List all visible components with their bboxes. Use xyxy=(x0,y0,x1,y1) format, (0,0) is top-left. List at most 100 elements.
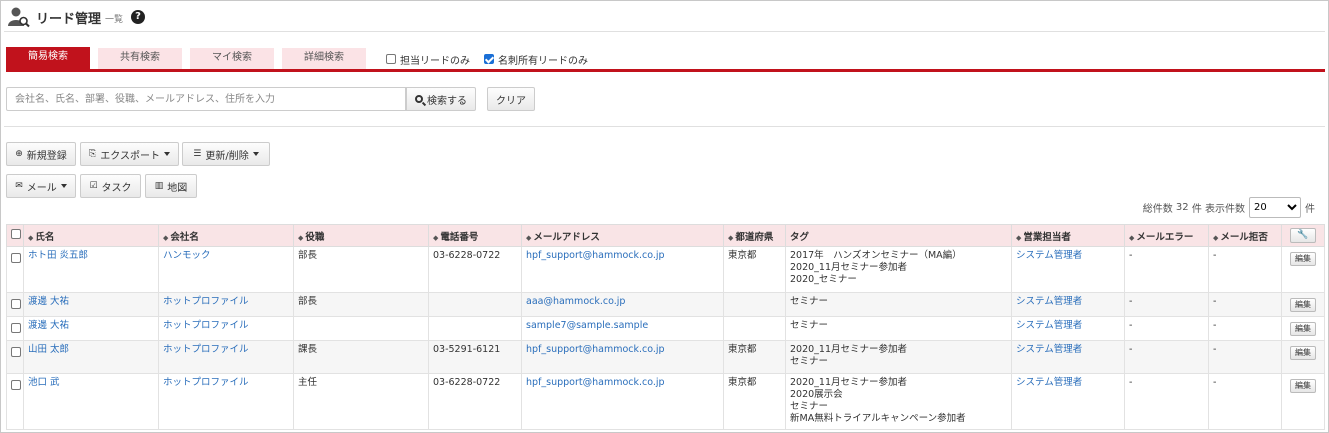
company-link[interactable]: ホットプロファイル xyxy=(163,320,249,331)
new-lead-button[interactable]: ⊕ 新規登録 xyxy=(6,142,76,166)
tab-underline xyxy=(6,69,1325,72)
sort-icon: ◆ xyxy=(433,233,439,242)
phone-cell: 03-6228-0722 xyxy=(433,377,501,388)
mail-reject-cell: - xyxy=(1213,320,1217,331)
email-link[interactable]: hpf_support@hammock.co.jp xyxy=(526,250,665,261)
wrench-icon[interactable]: 🔧 xyxy=(1290,228,1316,243)
sort-icon: ◆ xyxy=(1016,233,1022,242)
tags-cell: セミナー xyxy=(785,316,1012,341)
col-email[interactable]: ◆ メールアドレス xyxy=(521,224,724,247)
owner-link[interactable]: システム管理者 xyxy=(1016,344,1082,355)
col-prefecture[interactable]: ◆ 都道府県 xyxy=(723,224,786,247)
email-link[interactable]: hpf_support@hammock.co.jp xyxy=(526,377,665,388)
edit-button[interactable]: 編集 xyxy=(1290,252,1316,266)
table-row: 渡邊 大祐 ホットプロファイル sample7@sample.sample セミナー シ… xyxy=(6,316,1325,341)
task-button[interactable]: ☑ タスク xyxy=(80,174,141,198)
tag-item: セミナー xyxy=(790,320,829,331)
email-link[interactable]: aaa@hammock.co.jp xyxy=(526,296,625,307)
company-link[interactable]: ホットプロファイル xyxy=(163,377,249,388)
email-link[interactable]: hpf_support@hammock.co.jp xyxy=(526,344,665,355)
lead-name-link[interactable]: 渡邊 大祐 xyxy=(28,320,69,331)
edit-button[interactable]: 編集 xyxy=(1290,322,1316,336)
row-checkbox[interactable] xyxy=(11,299,21,309)
col-phone[interactable]: ◆ 電話番号 xyxy=(428,224,522,247)
tab-shared-search[interactable]: 共有検索 xyxy=(98,48,182,70)
tab-advanced-search[interactable]: 詳細検索 xyxy=(282,48,366,70)
tag-item: セミナー xyxy=(790,401,829,412)
row-select-cell xyxy=(6,373,24,430)
record-count: 総件数 32 件 表示件数 20 件 xyxy=(1143,197,1315,218)
chevron-down-icon xyxy=(163,152,170,156)
tags-cell: セミナー xyxy=(785,292,1012,317)
page-title: リード管理 xyxy=(36,11,102,27)
envelope-icon: ✉ xyxy=(15,181,23,191)
title-cell: 主任 xyxy=(298,377,318,388)
tag-item: 2020_11月セミナー参加者 xyxy=(790,344,908,355)
company-link[interactable]: ホットプロファイル xyxy=(163,296,249,307)
search-button[interactable]: 検索する xyxy=(406,87,476,111)
lead-name-link[interactable]: ホト田 炎五郎 xyxy=(28,250,88,261)
select-all-checkbox[interactable] xyxy=(11,229,21,239)
edit-button[interactable]: 編集 xyxy=(1290,346,1316,360)
col-name[interactable]: ◆ 氏名 xyxy=(23,224,159,247)
phone-cell: 03-5291-6121 xyxy=(433,344,501,355)
col-owner[interactable]: ◆ 営業担当者 xyxy=(1011,224,1125,247)
page-header: リード管理 一覧 ? xyxy=(8,6,146,28)
sort-icon: ◆ xyxy=(728,233,734,242)
owner-link[interactable]: システム管理者 xyxy=(1016,320,1082,331)
lead-name-link[interactable]: 山田 太郎 xyxy=(28,344,69,355)
map-button[interactable]: ▥ 地図 xyxy=(145,174,197,198)
table-row: ホト田 炎五郎 ハンモック 部長 03-6228-0722 hpf_support@ha… xyxy=(6,246,1325,293)
card-owned-only-filter[interactable]: 名刺所有リードのみ xyxy=(484,52,588,67)
tab-my-search[interactable]: マイ検索 xyxy=(190,48,274,70)
email-link[interactable]: sample7@sample.sample xyxy=(526,320,648,331)
clear-button[interactable]: クリア xyxy=(487,87,535,111)
lead-name-link[interactable]: 池口 武 xyxy=(28,377,60,388)
sort-icon: ◆ xyxy=(526,233,532,242)
company-link[interactable]: ホットプロファイル xyxy=(163,344,249,355)
col-mail-error[interactable]: ◆ メールエラー xyxy=(1124,224,1209,247)
col-mail-reject[interactable]: ◆ メール拒否 xyxy=(1208,224,1282,247)
map-label: 地図 xyxy=(167,182,188,194)
list-icon: ☰ xyxy=(193,149,202,159)
tag-item: 2020_セミナー xyxy=(790,274,857,285)
row-checkbox[interactable] xyxy=(11,380,21,390)
help-icon[interactable]: ? xyxy=(131,10,146,24)
header-divider xyxy=(4,31,1325,32)
owner-link[interactable]: システム管理者 xyxy=(1016,377,1082,388)
chevron-down-icon xyxy=(60,184,67,188)
page-size-label: 表示件数 xyxy=(1205,204,1245,215)
table-row: 池口 武 ホットプロファイル 主任 03-6228-0722 hpf_support@h… xyxy=(6,373,1325,430)
sort-icon: ◆ xyxy=(28,233,34,242)
new-lead-label: 新規登録 xyxy=(26,150,67,162)
assigned-only-checkbox[interactable] xyxy=(386,54,396,64)
edit-button[interactable]: 編集 xyxy=(1290,298,1316,312)
assigned-only-filter[interactable]: 担当リードのみ xyxy=(386,52,470,67)
tags-cell: 2017年 ハンズオンセミナー（MA編） 2020_11月セミナー参加者 2020_… xyxy=(785,246,1012,293)
card-owned-only-checkbox[interactable] xyxy=(484,54,494,64)
company-link[interactable]: ハンモック xyxy=(163,250,211,261)
owner-link[interactable]: システム管理者 xyxy=(1016,296,1082,307)
total-count-value: 32 xyxy=(1175,202,1189,213)
col-company[interactable]: ◆ 会社名 xyxy=(158,224,294,247)
export-button[interactable]: ⎘ エクスポート xyxy=(80,142,179,166)
total-count-unit: 件 xyxy=(1191,204,1202,215)
row-checkbox[interactable] xyxy=(11,253,21,263)
mail-button[interactable]: ✉ メール xyxy=(6,174,76,198)
update-delete-button[interactable]: ☰ 更新/削除 xyxy=(182,142,270,166)
row-select-cell xyxy=(6,292,24,317)
edit-button[interactable]: 編集 xyxy=(1290,379,1316,393)
col-settings: 🔧 xyxy=(1281,224,1325,247)
page-size-select[interactable]: 20 xyxy=(1249,197,1301,218)
map-icon: ▥ xyxy=(154,181,164,191)
owner-link[interactable]: システム管理者 xyxy=(1016,250,1082,261)
row-checkbox[interactable] xyxy=(11,323,21,333)
search-divider xyxy=(4,126,1325,127)
lead-name-link[interactable]: 渡邊 大祐 xyxy=(28,296,69,307)
prefecture-cell: 東京都 xyxy=(728,344,757,355)
search-input[interactable] xyxy=(6,87,406,111)
tab-simple-search[interactable]: 簡易検索 xyxy=(6,47,90,70)
col-title[interactable]: ◆ 役職 xyxy=(293,224,429,247)
row-checkbox[interactable] xyxy=(11,347,21,357)
tag-item: 2020_11月セミナー参加者 xyxy=(790,377,908,388)
